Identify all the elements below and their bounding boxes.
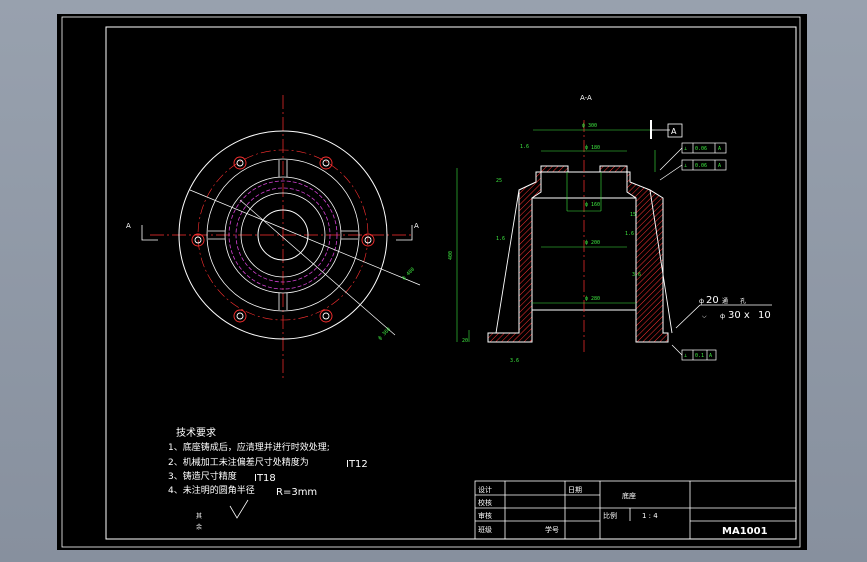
svg-text:ф 400: ф 400	[401, 267, 416, 282]
cut-mark-right: A	[414, 222, 419, 230]
svg-text:0.1: 0.1	[695, 353, 704, 359]
svg-text:IT12: IT12	[346, 459, 368, 470]
svg-text:R=3mm: R=3mm	[276, 487, 317, 498]
svg-text:1.6: 1.6	[520, 144, 529, 150]
svg-text:审核: 审核	[478, 511, 492, 520]
svg-text:班级: 班级	[478, 525, 492, 534]
section-label: A-A	[580, 94, 592, 102]
svg-text:底座: 底座	[622, 491, 636, 500]
svg-text:IT18: IT18	[254, 473, 276, 484]
left-wall-section	[487, 165, 569, 343]
drawing-canvas: ф 400 ф 360 A A A-A ф 300 ф 180 ф 200 ф …	[61, 16, 801, 548]
tolerance-frames	[659, 142, 727, 361]
svg-text:通: 通	[722, 297, 728, 305]
svg-text:400: 400	[448, 251, 454, 260]
svg-text:校核: 校核	[478, 498, 492, 507]
svg-text:ф 360: ф 360	[377, 327, 392, 342]
svg-text:设计: 设计	[478, 485, 492, 494]
drawing-area[interactable]: ф 400 ф 360 A A A-A ф 300 ф 180 ф 200 ф …	[57, 14, 807, 550]
svg-text:ф 180: ф 180	[585, 145, 600, 151]
svg-text:2、机械加工未注偏差尺寸处精度为: 2、机械加工未注偏差尺寸处精度为	[168, 456, 309, 468]
svg-text:0.06: 0.06	[695, 146, 707, 152]
svg-text:3、铸造尺寸精度: 3、铸造尺寸精度	[168, 470, 237, 482]
svg-text:1、底座铸成后，应清理并进行时效处理;: 1、底座铸成后，应清理并进行时效处理;	[168, 441, 330, 453]
top-view: ф 400 ф 360 A A	[126, 95, 421, 378]
svg-text:1.6: 1.6	[496, 236, 505, 242]
svg-text:ф 160: ф 160	[585, 202, 600, 208]
hole-depth: 20	[706, 295, 719, 306]
svg-text:4、未注明的圆角半径: 4、未注明的圆角半径	[168, 484, 255, 496]
tech-requirements: 技术要求 1、底座铸成后，应清理并进行时效处理; 2、机械加工未注偏差尺寸处精度…	[168, 426, 368, 531]
svg-text:1 : 4: 1 : 4	[642, 512, 658, 520]
right-wall-section	[599, 165, 669, 343]
svg-text:⌵: ⌵	[702, 313, 707, 320]
svg-text:25: 25	[496, 178, 502, 184]
svg-text:ф 200: ф 200	[585, 240, 600, 246]
svg-text:3.6: 3.6	[510, 358, 519, 364]
svg-text:A: A	[709, 353, 712, 359]
svg-text:⊥: ⊥	[684, 146, 687, 152]
svg-text:MA1001: MA1001	[722, 526, 768, 537]
svg-text:技术要求: 技术要求	[176, 426, 216, 439]
svg-text:1.6: 1.6	[625, 231, 634, 237]
svg-text:日期: 日期	[568, 486, 582, 494]
svg-text:ф 280: ф 280	[585, 296, 600, 302]
svg-text:A: A	[718, 163, 721, 169]
svg-text:ф: ф	[720, 313, 725, 320]
hole-size: 30 x	[728, 310, 750, 321]
svg-text:其: 其	[196, 512, 202, 520]
cad-viewport[interactable]: ф 400 ф 360 A A A-A ф 300 ф 180 ф 200 ф …	[0, 0, 867, 562]
svg-text:余: 余	[196, 523, 202, 531]
hole-label: 孔	[740, 297, 746, 305]
hole-count: 10	[758, 310, 771, 321]
svg-text:15: 15	[630, 212, 636, 218]
cut-mark-left: A	[126, 222, 131, 230]
svg-text:比例: 比例	[603, 511, 617, 520]
svg-text:⊥: ⊥	[684, 163, 687, 169]
svg-text:⊥: ⊥	[684, 353, 687, 359]
svg-text:ф: ф	[699, 298, 704, 305]
svg-text:学号: 学号	[545, 525, 559, 534]
svg-text:A: A	[718, 146, 721, 152]
title-block: 设计 校核 审核 班级 日期 底座 比例 1 : 4 学号 MA1001	[474, 480, 797, 540]
section-view: A-A ф 300 ф 180 ф 200 ф 280 ф 160 400 20…	[448, 94, 772, 364]
svg-text:20: 20	[462, 338, 468, 344]
svg-text:ф 300: ф 300	[582, 123, 597, 129]
svg-text:0.06: 0.06	[695, 163, 707, 169]
svg-text:3.6: 3.6	[632, 272, 641, 278]
datum-a: A	[671, 127, 677, 136]
